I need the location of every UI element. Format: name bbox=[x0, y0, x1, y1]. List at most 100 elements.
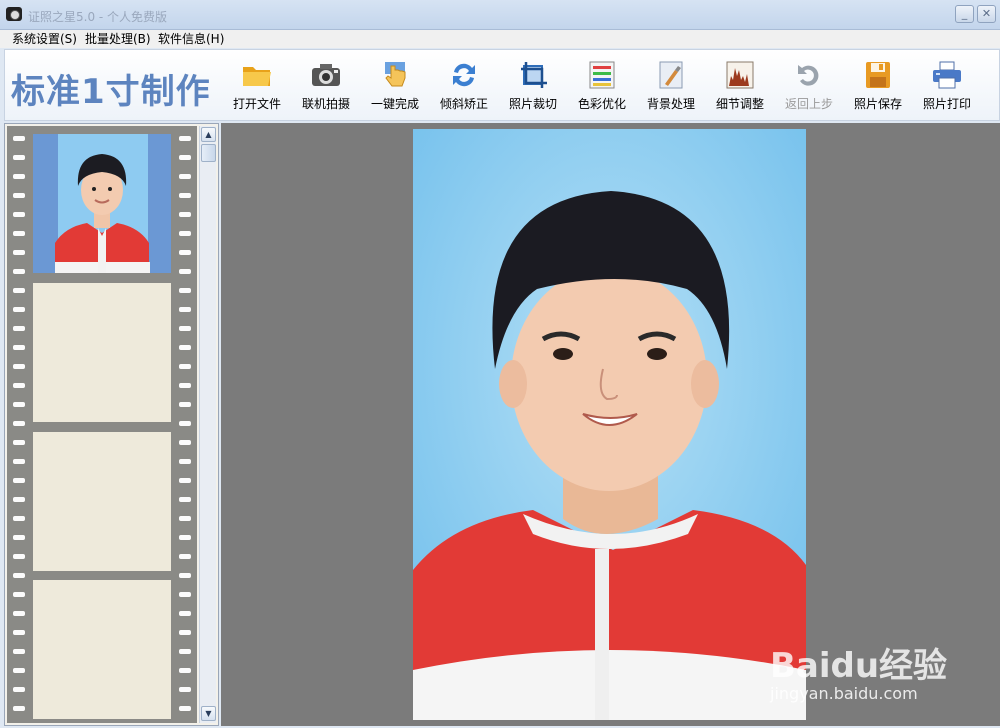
film-perforation bbox=[13, 592, 25, 597]
crop-icon bbox=[521, 62, 547, 88]
scroll-up-button[interactable]: ▲ bbox=[201, 127, 216, 142]
thumbnail-1[interactable] bbox=[33, 134, 171, 273]
film-perforation bbox=[13, 440, 25, 445]
detail-adjust-label: 细节调整 bbox=[715, 97, 764, 111]
film-perforation bbox=[179, 345, 191, 350]
film-perforation bbox=[13, 573, 25, 578]
id-photo-preview[interactable] bbox=[413, 129, 806, 720]
film-perforation bbox=[13, 459, 25, 464]
portrait-illustration bbox=[413, 129, 806, 720]
film-perforation bbox=[179, 573, 191, 578]
undo-icon bbox=[798, 65, 819, 86]
film-perforation bbox=[13, 497, 25, 502]
film-perforation bbox=[13, 155, 25, 160]
film-perforation bbox=[13, 307, 25, 312]
film-perforation bbox=[179, 250, 191, 255]
thumbnail-4-empty[interactable] bbox=[33, 580, 171, 719]
film-perforation bbox=[13, 136, 25, 141]
toolbar: 标准1寸制作 打开文件 联机拍摄 一键完成 倾斜矫正 照片裁切 色彩优化 背景处… bbox=[4, 49, 1000, 121]
thumbnail-scrollbar[interactable]: ▲ ▼ bbox=[199, 126, 216, 723]
scroll-down-button[interactable]: ▼ bbox=[201, 706, 216, 721]
histogram-icon bbox=[726, 61, 754, 89]
open-file-label: 打开文件 bbox=[232, 97, 281, 111]
thumbnail-2-empty[interactable] bbox=[33, 283, 171, 422]
film-perforation bbox=[179, 174, 191, 179]
hand-pointer-icon bbox=[385, 62, 406, 87]
film-perforation bbox=[179, 592, 191, 597]
film-perforation bbox=[179, 326, 191, 331]
camera-icon bbox=[312, 64, 340, 86]
rotate-icon bbox=[453, 63, 475, 87]
menu-software-info[interactable]: 软件信息(H) bbox=[158, 32, 224, 46]
menu-system-settings[interactable]: 系统设置(S) bbox=[12, 32, 77, 46]
color-adjust-icon bbox=[589, 61, 615, 89]
tilt-correct-label: 倾斜矫正 bbox=[439, 97, 488, 111]
film-perforation bbox=[13, 478, 25, 483]
undo-label: 返回上步 bbox=[784, 97, 833, 111]
mode-title: 标准1寸制作 bbox=[11, 72, 211, 112]
print-photo-label: 照片打印 bbox=[922, 97, 971, 111]
film-perforation bbox=[13, 687, 25, 692]
watermark-logo-text: Baidu经验 bbox=[770, 646, 948, 686]
save-icon bbox=[866, 62, 890, 88]
film-perforation bbox=[179, 649, 191, 654]
print-photo-button[interactable]: 照片打印 bbox=[916, 60, 978, 116]
background-label: 背景处理 bbox=[646, 97, 695, 111]
film-perforation bbox=[179, 212, 191, 217]
film-perforation bbox=[179, 459, 191, 464]
detail-adjust-button[interactable]: 细节调整 bbox=[709, 60, 771, 116]
film-perforation bbox=[13, 174, 25, 179]
film-perforation bbox=[179, 421, 191, 426]
baidu-watermark: Baidu经验 jingyan.baidu.com bbox=[770, 630, 970, 710]
film-strip bbox=[7, 126, 197, 723]
camera-app-icon bbox=[6, 7, 22, 21]
menu-batch-processing[interactable]: 批量处理(B) bbox=[85, 32, 151, 46]
background-button[interactable]: 背景处理 bbox=[640, 60, 702, 116]
film-perforation bbox=[13, 250, 25, 255]
thumbnail-panel: ▲ ▼ bbox=[4, 123, 219, 726]
film-perforation bbox=[179, 231, 191, 236]
film-perforation bbox=[13, 345, 25, 350]
film-perforation bbox=[13, 269, 25, 274]
scroll-thumb[interactable] bbox=[201, 144, 216, 162]
film-perforation bbox=[179, 402, 191, 407]
film-perforation bbox=[179, 687, 191, 692]
one-click-button[interactable]: 一键完成 bbox=[364, 60, 426, 116]
film-perforation bbox=[13, 630, 25, 635]
film-perforation bbox=[13, 193, 25, 198]
film-perforation bbox=[179, 630, 191, 635]
window-title: 证照之星5.0 - 个人免费版 bbox=[28, 10, 168, 24]
printer-icon bbox=[933, 61, 961, 89]
film-perforation bbox=[179, 269, 191, 274]
film-perforation bbox=[179, 497, 191, 502]
color-optimize-button[interactable]: 色彩优化 bbox=[571, 60, 633, 116]
film-perforation bbox=[13, 706, 25, 711]
menu-bar: 系统设置(S) 批量处理(B) 软件信息(H) bbox=[0, 30, 1000, 48]
film-perforation bbox=[179, 554, 191, 559]
film-perforation bbox=[13, 231, 25, 236]
thumbnail-3-empty[interactable] bbox=[33, 432, 171, 571]
folder-icon bbox=[243, 67, 271, 86]
film-perforation bbox=[13, 668, 25, 673]
crop-button[interactable]: 照片裁切 bbox=[502, 60, 564, 116]
film-perforation bbox=[13, 326, 25, 331]
brush-icon bbox=[659, 61, 683, 89]
film-perforation bbox=[179, 668, 191, 673]
film-perforation bbox=[179, 440, 191, 445]
save-photo-button[interactable]: 照片保存 bbox=[847, 60, 909, 116]
capture-label: 联机拍摄 bbox=[301, 97, 350, 111]
film-perforation bbox=[13, 535, 25, 540]
film-perforation bbox=[13, 421, 25, 426]
open-file-button[interactable]: 打开文件 bbox=[226, 60, 288, 116]
film-perforation bbox=[13, 212, 25, 217]
close-button[interactable]: ✕ bbox=[977, 5, 996, 23]
tilt-correct-button[interactable]: 倾斜矫正 bbox=[433, 60, 495, 116]
film-perforation bbox=[13, 649, 25, 654]
minimize-button[interactable]: _ bbox=[955, 5, 974, 23]
film-perforation bbox=[179, 136, 191, 141]
capture-button[interactable]: 联机拍摄 bbox=[295, 60, 357, 116]
film-perforation bbox=[13, 554, 25, 559]
undo-button[interactable]: 返回上步 bbox=[778, 60, 840, 116]
film-perforation bbox=[179, 478, 191, 483]
film-perforation bbox=[13, 402, 25, 407]
